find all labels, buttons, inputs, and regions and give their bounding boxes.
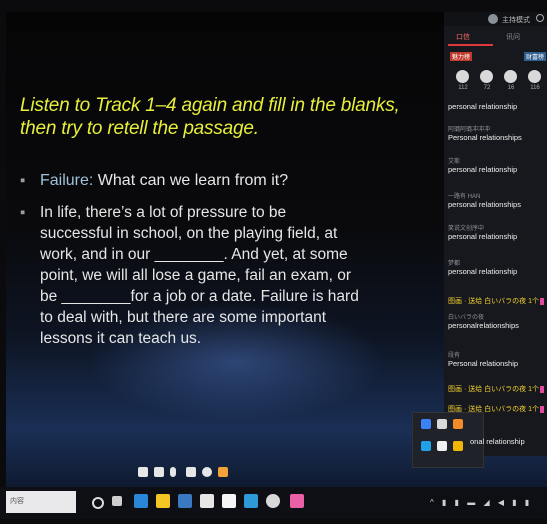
screen-share-icon[interactable] xyxy=(138,467,148,477)
app-icon[interactable] xyxy=(437,441,447,451)
chat-user: 笑说文创序中 xyxy=(448,226,485,232)
gift-icon xyxy=(540,297,545,305)
slide-title: Listen to Track 1–4 again and fill in th… xyxy=(20,95,400,139)
browser-icon[interactable] xyxy=(244,494,258,508)
bullet-passage: ▪ In life, there’s a lot of pressure to … xyxy=(20,202,440,349)
chat-message: personal relationship xyxy=(448,102,547,111)
viewer-count: 16 xyxy=(507,85,515,91)
chat-trailing-text: onal relationship xyxy=(470,437,525,446)
panel-header: 主持模式 xyxy=(444,12,547,26)
chat-body: personal relationship xyxy=(448,267,518,276)
chat-user: 阿璐阿璐冲冲冲 xyxy=(448,127,491,133)
chat-message: 白いバラの夜 personalrelationships xyxy=(448,312,547,330)
viewer-count: 112 xyxy=(458,85,468,91)
clock-icon[interactable] xyxy=(536,14,544,22)
gift-text: 图画 · 送给 白いバラの夜 1个 xyxy=(448,298,540,305)
windows-taskbar: 内容 ^ ▮ ▮ ▬ ◢ ◀ ▮ ▮ xyxy=(0,487,547,519)
microphone-icon[interactable] xyxy=(170,467,176,477)
app-icon[interactable] xyxy=(453,441,463,451)
host-mode-label[interactable]: 主持模式 xyxy=(502,15,530,25)
edge-icon[interactable] xyxy=(134,494,148,508)
gift-box-icon[interactable] xyxy=(218,467,228,477)
chat-message: 笑说文创序中 personal relationship xyxy=(448,223,547,241)
chat-body: personal relationship xyxy=(448,232,518,241)
chat-body: personal relationship xyxy=(448,102,518,111)
document-icon[interactable] xyxy=(222,494,236,508)
cortana-icon[interactable] xyxy=(92,497,104,509)
mail-icon[interactable] xyxy=(200,494,214,508)
chat-body: personalrelationships xyxy=(448,321,519,330)
chat-user: 一路有 HAN xyxy=(448,194,481,200)
gift-message: 图画 · 送给 白いバラの夜 1个 xyxy=(448,296,547,306)
bullet-failure: ▪ Failure: What can we learn from it? xyxy=(20,172,440,190)
chat-message: 梦都 personal relationship xyxy=(448,258,547,276)
chat-user: 白いバラの夜 xyxy=(448,315,485,321)
chat-message: 艾斯 personal relationship xyxy=(448,156,547,174)
chat-message: 一路有 HAN personal relationships xyxy=(448,191,547,209)
chat-body: personal relationship xyxy=(448,165,518,174)
tag-charm-rank[interactable]: 魅力榜 xyxy=(450,52,473,61)
live-chat-panel: 口信 讯问 魅力榜 财富榜 112 72 16 116 personal rel… xyxy=(444,26,547,456)
app-icon[interactable] xyxy=(421,419,431,429)
viewer-avatar[interactable] xyxy=(504,70,517,83)
chat-message: 阿璐阿璐冲冲冲 Personal relationships xyxy=(448,124,547,142)
panel-tabs: 口信 讯问 xyxy=(444,30,547,46)
tag-wealth-rank[interactable]: 财富榜 xyxy=(524,52,547,61)
viewer-count: 116 xyxy=(530,85,540,91)
app-icon[interactable] xyxy=(453,419,463,429)
viewer-avatar[interactable] xyxy=(528,70,541,83)
file-explorer-icon[interactable] xyxy=(156,494,170,508)
chat-user: 梦都 xyxy=(448,261,461,267)
app-icon[interactable] xyxy=(437,419,447,429)
chat-user: 艾斯 xyxy=(448,159,461,165)
gift-icon xyxy=(540,405,545,413)
host-avatar[interactable] xyxy=(488,14,498,24)
chat-app-icon[interactable] xyxy=(290,494,304,508)
top-viewers: 112 72 16 116 xyxy=(444,70,547,96)
gift-icon xyxy=(540,385,545,393)
window-icon[interactable] xyxy=(154,467,164,477)
bullet-dot: ▪ xyxy=(20,204,26,221)
gift-text: 图画 · 送给 白いバラの夜 1个 xyxy=(448,386,540,393)
system-tray[interactable]: ^ ▮ ▮ ▬ ◢ ◀ ▮ ▮ xyxy=(430,498,532,507)
bullet-heading: Failure: xyxy=(40,172,98,189)
chat-body: Personal relationship xyxy=(448,359,519,368)
floating-toolbar xyxy=(138,467,238,481)
app-icon[interactable] xyxy=(266,494,280,508)
task-view-icon[interactable] xyxy=(112,496,122,506)
app-icon[interactable] xyxy=(421,441,431,451)
gift-message: 图画 · 送给 白いバラの夜 1个 xyxy=(448,384,547,394)
viewer-count: 72 xyxy=(483,85,491,91)
edit-icon[interactable] xyxy=(186,467,196,477)
chat-body: personal relationships xyxy=(448,200,521,209)
passage-text: In life, there’s a lot of pressure to be… xyxy=(40,204,359,347)
bullet-question: What can we learn from it? xyxy=(97,172,289,189)
taskbar-search-input[interactable]: 内容 xyxy=(6,491,76,513)
bullet-dot: ▪ xyxy=(20,172,26,189)
store-icon[interactable] xyxy=(178,494,192,508)
tab-messages[interactable]: 口信 xyxy=(456,32,470,42)
search-icon[interactable] xyxy=(202,467,212,477)
viewer-avatar[interactable] xyxy=(480,70,493,83)
chat-user: 段有 xyxy=(448,353,461,359)
chat-body: Personal relationships xyxy=(448,133,522,142)
chat-message: 段有 Personal relationship xyxy=(448,350,547,368)
tab-other[interactable]: 讯问 xyxy=(506,32,520,42)
viewer-avatar[interactable] xyxy=(456,70,469,83)
tab-active-indicator xyxy=(448,44,493,46)
